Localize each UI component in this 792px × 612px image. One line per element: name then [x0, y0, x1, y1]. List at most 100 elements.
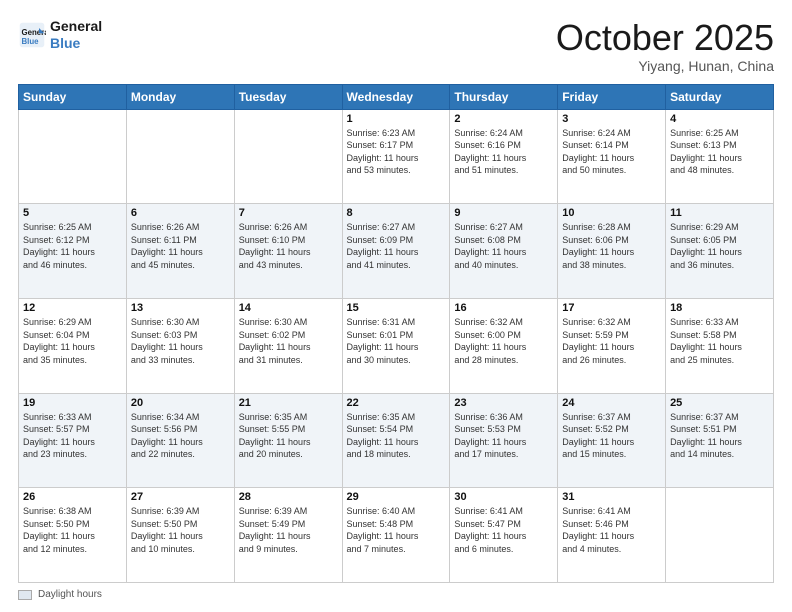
day-number: 29 — [347, 491, 446, 503]
calendar-cell: 1 Sunrise: 6:23 AM Sunset: 6:17 PM Daylig… — [342, 109, 450, 204]
day-info: Sunrise: 6:29 AM Sunset: 6:04 PM Dayligh… — [23, 316, 122, 366]
calendar-cell: 28 Sunrise: 6:39 AM Sunset: 5:49 PM Dayli… — [234, 488, 342, 583]
calendar-cell: 10 Sunrise: 6:28 AM Sunset: 6:06 PM Dayli… — [558, 204, 666, 299]
calendar-cell: 17Sunrise: 6:32 AM Sunset: 5:59 PM Dayli… — [558, 298, 666, 393]
day-info: Sunrise: 6:38 AM Sunset: 5:50 PM Dayligh… — [23, 505, 122, 555]
calendar-cell: 16 Sunrise: 6:32 AM Sunset: 6:00 PM Dayli… — [450, 298, 558, 393]
col-wednesday: Wednesday — [342, 84, 450, 109]
page: General Blue General Blue October 2025 Y… — [0, 0, 792, 612]
day-number: 4 — [670, 113, 769, 125]
calendar-week-3: 12Sunrise: 6:29 AM Sunset: 6:04 PM Dayli… — [19, 298, 774, 393]
day-info: Sunrise: 6:41 AM Sunset: 5:46 PM Dayligh… — [562, 505, 661, 555]
calendar-cell — [19, 109, 127, 204]
logo-blue: Blue — [50, 35, 102, 52]
day-info: Sunrise: 6:34 AM Sunset: 5:56 PM Dayligh… — [131, 411, 230, 461]
day-number: 5 — [23, 207, 122, 219]
calendar-title: October 2025 — [556, 18, 774, 58]
header: General Blue General Blue October 2025 Y… — [18, 18, 774, 74]
calendar-cell: 27 Sunrise: 6:39 AM Sunset: 5:50 PM Dayli… — [126, 488, 234, 583]
calendar-cell: 20 Sunrise: 6:34 AM Sunset: 5:56 PM Dayli… — [126, 393, 234, 488]
day-number: 27 — [131, 491, 230, 503]
calendar-subtitle: Yiyang, Hunan, China — [556, 58, 774, 74]
day-info: Sunrise: 6:30 AM Sunset: 6:03 PM Dayligh… — [131, 316, 230, 366]
day-info: Sunrise: 6:23 AM Sunset: 6:17 PM Dayligh… — [347, 127, 446, 177]
day-info: Sunrise: 6:35 AM Sunset: 5:55 PM Dayligh… — [239, 411, 338, 461]
day-number: 13 — [131, 302, 230, 314]
day-info: Sunrise: 6:32 AM Sunset: 5:59 PM Dayligh… — [562, 316, 661, 366]
day-number: 16 — [454, 302, 553, 314]
svg-text:Blue: Blue — [22, 37, 40, 46]
day-info: Sunrise: 6:37 AM Sunset: 5:51 PM Dayligh… — [670, 411, 769, 461]
day-info: Sunrise: 6:24 AM Sunset: 6:16 PM Dayligh… — [454, 127, 553, 177]
calendar-cell: 6 Sunrise: 6:26 AM Sunset: 6:11 PM Daylig… — [126, 204, 234, 299]
col-tuesday: Tuesday — [234, 84, 342, 109]
day-info: Sunrise: 6:29 AM Sunset: 6:05 PM Dayligh… — [670, 221, 769, 271]
day-info: Sunrise: 6:35 AM Sunset: 5:54 PM Dayligh… — [347, 411, 446, 461]
day-info: Sunrise: 6:26 AM Sunset: 6:11 PM Dayligh… — [131, 221, 230, 271]
day-info: Sunrise: 6:25 AM Sunset: 6:12 PM Dayligh… — [23, 221, 122, 271]
calendar-cell: 23Sunrise: 6:36 AM Sunset: 5:53 PM Dayli… — [450, 393, 558, 488]
day-info: Sunrise: 6:27 AM Sunset: 6:08 PM Dayligh… — [454, 221, 553, 271]
footer: Daylight hours — [18, 589, 774, 600]
day-number: 2 — [454, 113, 553, 125]
day-number: 18 — [670, 302, 769, 314]
day-info: Sunrise: 6:25 AM Sunset: 6:13 PM Dayligh… — [670, 127, 769, 177]
day-number: 22 — [347, 397, 446, 409]
calendar-cell: 19Sunrise: 6:33 AM Sunset: 5:57 PM Dayli… — [19, 393, 127, 488]
calendar-cell: 30 Sunrise: 6:41 AM Sunset: 5:47 PM Dayli… — [450, 488, 558, 583]
day-number: 19 — [23, 397, 122, 409]
day-info: Sunrise: 6:39 AM Sunset: 5:49 PM Dayligh… — [239, 505, 338, 555]
day-info: Sunrise: 6:27 AM Sunset: 6:09 PM Dayligh… — [347, 221, 446, 271]
col-sunday: Sunday — [19, 84, 127, 109]
day-info: Sunrise: 6:39 AM Sunset: 5:50 PM Dayligh… — [131, 505, 230, 555]
title-block: October 2025 Yiyang, Hunan, China — [556, 18, 774, 74]
day-number: 24 — [562, 397, 661, 409]
day-number: 8 — [347, 207, 446, 219]
day-number: 6 — [131, 207, 230, 219]
day-info: Sunrise: 6:40 AM Sunset: 5:48 PM Dayligh… — [347, 505, 446, 555]
day-info: Sunrise: 6:33 AM Sunset: 5:58 PM Dayligh… — [670, 316, 769, 366]
day-number: 9 — [454, 207, 553, 219]
calendar-cell: 2 Sunrise: 6:24 AM Sunset: 6:16 PM Daylig… — [450, 109, 558, 204]
day-number: 1 — [347, 113, 446, 125]
calendar-cell: 24 Sunrise: 6:37 AM Sunset: 5:52 PM Dayli… — [558, 393, 666, 488]
col-saturday: Saturday — [666, 84, 774, 109]
day-number: 15 — [347, 302, 446, 314]
day-number: 10 — [562, 207, 661, 219]
header-row: Sunday Monday Tuesday Wednesday Thursday… — [19, 84, 774, 109]
day-info: Sunrise: 6:31 AM Sunset: 6:01 PM Dayligh… — [347, 316, 446, 366]
calendar-cell: 21Sunrise: 6:35 AM Sunset: 5:55 PM Dayli… — [234, 393, 342, 488]
calendar-cell: 4 Sunrise: 6:25 AM Sunset: 6:13 PM Daylig… — [666, 109, 774, 204]
day-number: 20 — [131, 397, 230, 409]
day-info: Sunrise: 6:37 AM Sunset: 5:52 PM Dayligh… — [562, 411, 661, 461]
logo-icon: General Blue — [18, 21, 46, 49]
day-info: Sunrise: 6:24 AM Sunset: 6:14 PM Dayligh… — [562, 127, 661, 177]
day-number: 31 — [562, 491, 661, 503]
calendar-cell — [126, 109, 234, 204]
day-info: Sunrise: 6:26 AM Sunset: 6:10 PM Dayligh… — [239, 221, 338, 271]
day-number: 11 — [670, 207, 769, 219]
logo-general: General — [50, 18, 102, 35]
day-number: 7 — [239, 207, 338, 219]
day-info: Sunrise: 6:41 AM Sunset: 5:47 PM Dayligh… — [454, 505, 553, 555]
day-number: 26 — [23, 491, 122, 503]
calendar-cell: 25Sunrise: 6:37 AM Sunset: 5:51 PM Dayli… — [666, 393, 774, 488]
calendar-cell: 9 Sunrise: 6:27 AM Sunset: 6:08 PM Daylig… — [450, 204, 558, 299]
day-info: Sunrise: 6:32 AM Sunset: 6:00 PM Dayligh… — [454, 316, 553, 366]
col-thursday: Thursday — [450, 84, 558, 109]
calendar-cell: 11 Sunrise: 6:29 AM Sunset: 6:05 PM Dayli… — [666, 204, 774, 299]
day-number: 28 — [239, 491, 338, 503]
calendar-cell: 31 Sunrise: 6:41 AM Sunset: 5:46 PM Dayli… — [558, 488, 666, 583]
day-number: 30 — [454, 491, 553, 503]
calendar-cell: 22 Sunrise: 6:35 AM Sunset: 5:54 PM Dayli… — [342, 393, 450, 488]
calendar-week-2: 5 Sunrise: 6:25 AM Sunset: 6:12 PM Daylig… — [19, 204, 774, 299]
col-monday: Monday — [126, 84, 234, 109]
calendar-cell: 14Sunrise: 6:30 AM Sunset: 6:02 PM Dayli… — [234, 298, 342, 393]
day-info: Sunrise: 6:28 AM Sunset: 6:06 PM Dayligh… — [562, 221, 661, 271]
daylight-label: Daylight hours — [38, 589, 102, 600]
calendar-week-1: 1 Sunrise: 6:23 AM Sunset: 6:17 PM Daylig… — [19, 109, 774, 204]
day-info: Sunrise: 6:30 AM Sunset: 6:02 PM Dayligh… — [239, 316, 338, 366]
daylight-box — [18, 590, 32, 600]
calendar-cell: 3Sunrise: 6:24 AM Sunset: 6:14 PM Daylig… — [558, 109, 666, 204]
calendar-cell: 8 Sunrise: 6:27 AM Sunset: 6:09 PM Daylig… — [342, 204, 450, 299]
